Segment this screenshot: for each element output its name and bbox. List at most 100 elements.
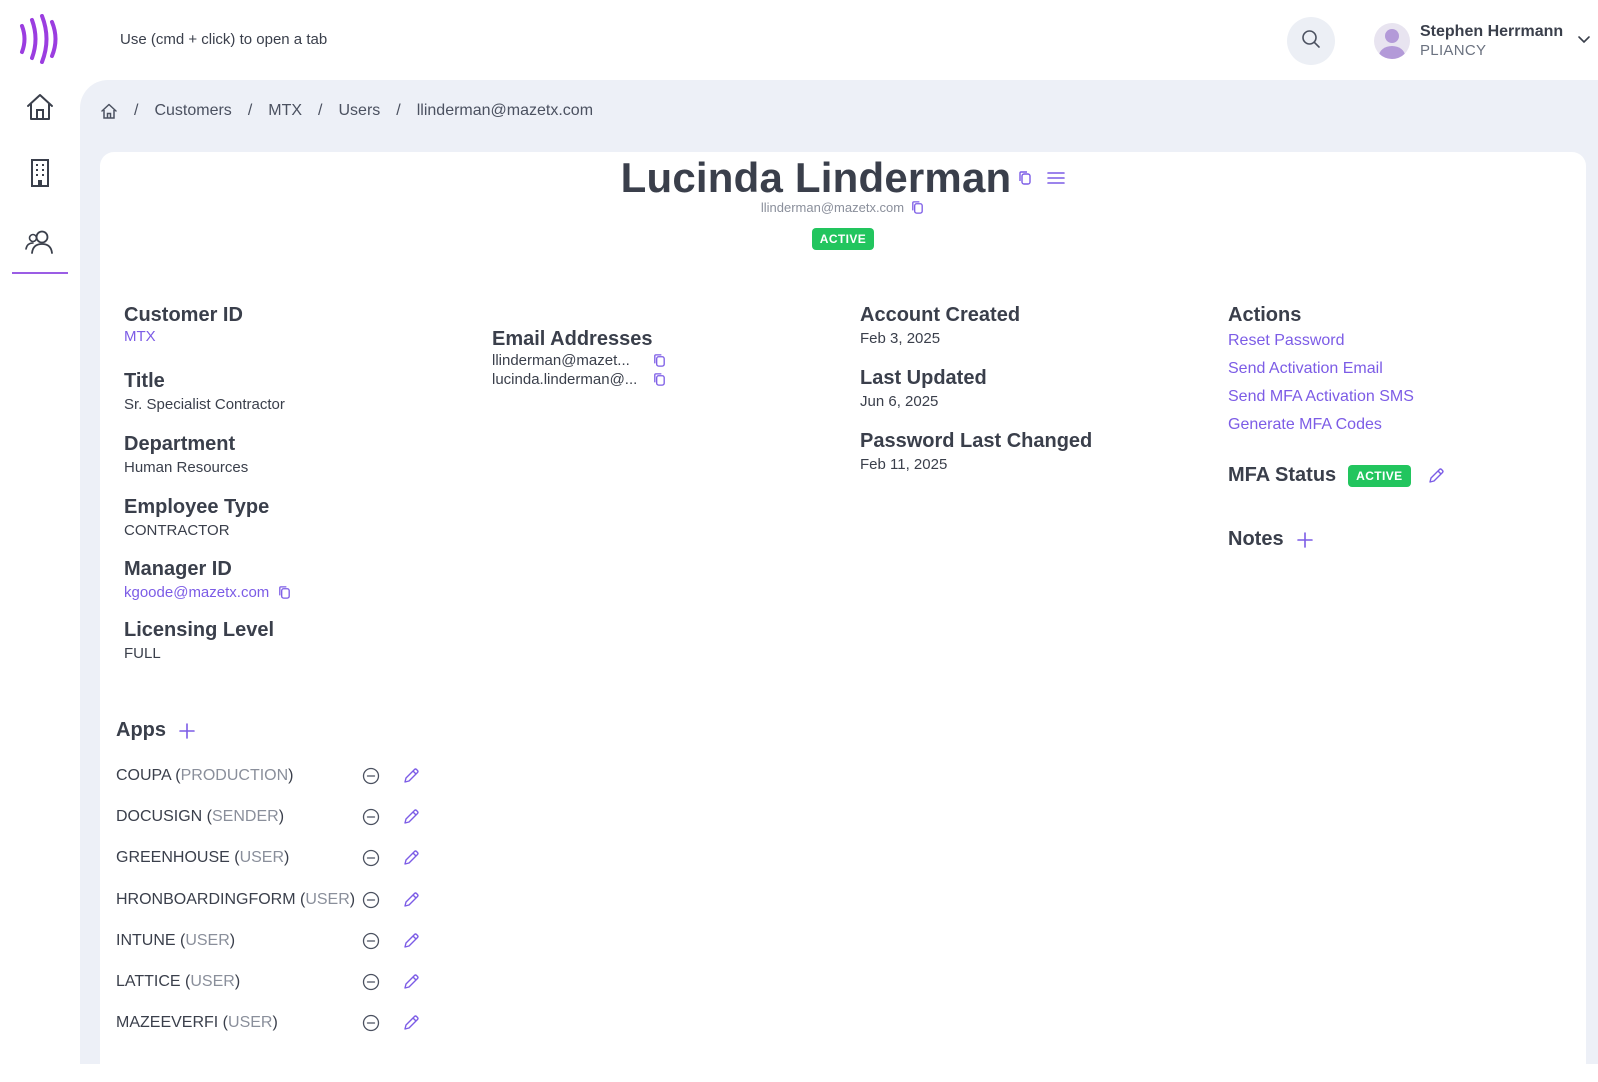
title-label: Title: [124, 370, 165, 392]
customer-id-link[interactable]: MTX: [124, 328, 243, 345]
app-role: SENDER: [212, 808, 279, 826]
actions-label: Actions: [1228, 304, 1302, 326]
employee-type-label: Employee Type: [124, 496, 270, 518]
page-title: Lucinda Linderman: [620, 154, 1012, 201]
app-name-close: ): [288, 767, 294, 784]
title-value: Sr. Specialist Contractor: [124, 396, 285, 413]
add-note-icon[interactable]: [1296, 531, 1314, 549]
app-logo[interactable]: [18, 14, 66, 64]
employee-type-value: CONTRACTOR: [124, 522, 230, 539]
edit-app-icon[interactable]: [402, 1014, 420, 1032]
remove-app-icon[interactable]: [362, 932, 380, 950]
generate-mfa-codes-link[interactable]: Generate MFA Codes: [1228, 411, 1414, 439]
breadcrumb: / Customers / MTX / Users / llinderman@m…: [100, 100, 593, 122]
home-icon[interactable]: [100, 102, 118, 120]
app-role: USER: [185, 931, 230, 949]
sidebar-item-home[interactable]: [12, 80, 68, 138]
email-address-item: lucinda.linderman@...: [492, 371, 638, 388]
account-created-value: Feb 3, 2025: [860, 330, 941, 347]
edit-app-icon[interactable]: [402, 973, 420, 991]
app-row: LATTICE (USER): [116, 970, 240, 994]
app-name: COUPA (: [116, 767, 181, 784]
notes-label: Notes: [1228, 528, 1284, 550]
reset-password-link[interactable]: Reset Password: [1228, 327, 1414, 355]
remove-app-icon[interactable]: [362, 808, 380, 826]
app-role: USER: [190, 973, 235, 990]
copy-icon[interactable]: [1017, 170, 1033, 186]
apps-label: Apps: [116, 719, 166, 741]
edit-icon[interactable]: [1427, 467, 1445, 485]
copy-icon[interactable]: [910, 200, 925, 215]
remove-app-icon[interactable]: [362, 973, 380, 991]
department-value: Human Resources: [124, 459, 249, 476]
edit-app-icon[interactable]: [402, 849, 420, 867]
building-icon: [25, 158, 55, 193]
edit-app-icon[interactable]: [402, 767, 420, 785]
chevron-down-icon[interactable]: [1577, 32, 1591, 51]
app-name: HRONBOARDINGFORM (: [116, 890, 306, 908]
sidebar-item-users[interactable]: [12, 216, 68, 274]
app-name: GREENHOUSE (: [116, 849, 240, 867]
menu-icon[interactable]: [1047, 170, 1066, 186]
users-icon: [24, 227, 56, 262]
avatar: [1374, 23, 1410, 59]
search-icon: [1301, 29, 1321, 54]
breadcrumb-separator: /: [247, 102, 253, 119]
manager-id-link[interactable]: kgoode@mazetx.com: [124, 584, 269, 601]
breadcrumb-current: llinderman@mazetx.com: [416, 102, 594, 119]
status-badge: ACTIVE: [811, 228, 875, 250]
app-row: INTUNE (USER): [116, 929, 235, 953]
app-role: USER: [228, 1014, 273, 1032]
licensing-level-value: FULL: [124, 645, 161, 662]
app-name: MAZEEVERFI (: [116, 1014, 229, 1032]
breadcrumb-separator: /: [134, 102, 139, 119]
remove-app-icon[interactable]: [362, 891, 380, 909]
breadcrumb-users[interactable]: Users: [339, 102, 381, 120]
app-row: MAZEEVERFI (USER): [116, 1011, 278, 1035]
password-last-changed-value: Feb 11, 2025: [860, 456, 948, 473]
email-address-item: llinderman@mazet...: [492, 352, 630, 369]
edit-app-icon[interactable]: [402, 932, 420, 950]
breadcrumb-mtx[interactable]: MTX: [268, 102, 302, 120]
copy-icon[interactable]: [652, 372, 667, 387]
user-name: Stephen Herrmann: [1420, 23, 1564, 40]
mfa-status-label: MFA Status: [1228, 464, 1337, 486]
add-app-icon[interactable]: [178, 722, 196, 740]
top-bar: Use (cmd + click) to open a tab Stephen …: [0, 0, 1598, 80]
app-name-close: ): [284, 849, 290, 867]
password-last-changed-label: Password Last Changed: [860, 430, 1093, 452]
remove-app-icon[interactable]: [362, 1014, 380, 1032]
edit-app-icon[interactable]: [402, 808, 420, 826]
app-name: LATTICE (: [116, 973, 191, 990]
profile-email: llinderman@mazetx.com: [760, 200, 905, 215]
home-icon: [25, 92, 55, 127]
last-updated-value: Jun 6, 2025: [860, 393, 939, 410]
remove-app-icon[interactable]: [362, 849, 380, 867]
edit-app-icon[interactable]: [402, 891, 420, 909]
user-menu[interactable]: Stephen Herrmann PLIANCY: [1374, 20, 1591, 62]
search-button[interactable]: [1287, 17, 1335, 65]
app-row: GREENHOUSE (USER): [116, 846, 289, 870]
app-role: USER: [239, 849, 285, 867]
breadcrumb-customers[interactable]: Customers: [154, 102, 231, 120]
copy-icon[interactable]: [652, 353, 667, 368]
copy-icon[interactable]: [277, 585, 292, 600]
app-name-close: ): [272, 1014, 278, 1032]
app-name: DOCUSIGN (: [116, 808, 212, 826]
customer-id-label: Customer ID: [124, 304, 243, 326]
app-name: INTUNE (: [116, 931, 186, 949]
app-row: DOCUSIGN (SENDER): [116, 805, 284, 829]
sidebar-item-customers[interactable]: [12, 146, 68, 204]
manager-id-label: Manager ID: [124, 558, 232, 580]
app-role: USER: [305, 890, 350, 908]
department-label: Department: [124, 433, 236, 455]
mfa-status-badge: ACTIVE: [1348, 464, 1411, 487]
breadcrumb-separator: /: [318, 102, 323, 119]
send-activation-email-link[interactable]: Send Activation Email: [1228, 355, 1414, 383]
last-updated-label: Last Updated: [860, 367, 987, 389]
send-mfa-activation-sms-link[interactable]: Send MFA Activation SMS: [1228, 383, 1414, 411]
licensing-level-label: Licensing Level: [124, 619, 275, 641]
remove-app-icon[interactable]: [362, 767, 380, 785]
user-org: PLIANCY: [1420, 42, 1487, 59]
app-role: PRODUCTION: [180, 767, 289, 784]
